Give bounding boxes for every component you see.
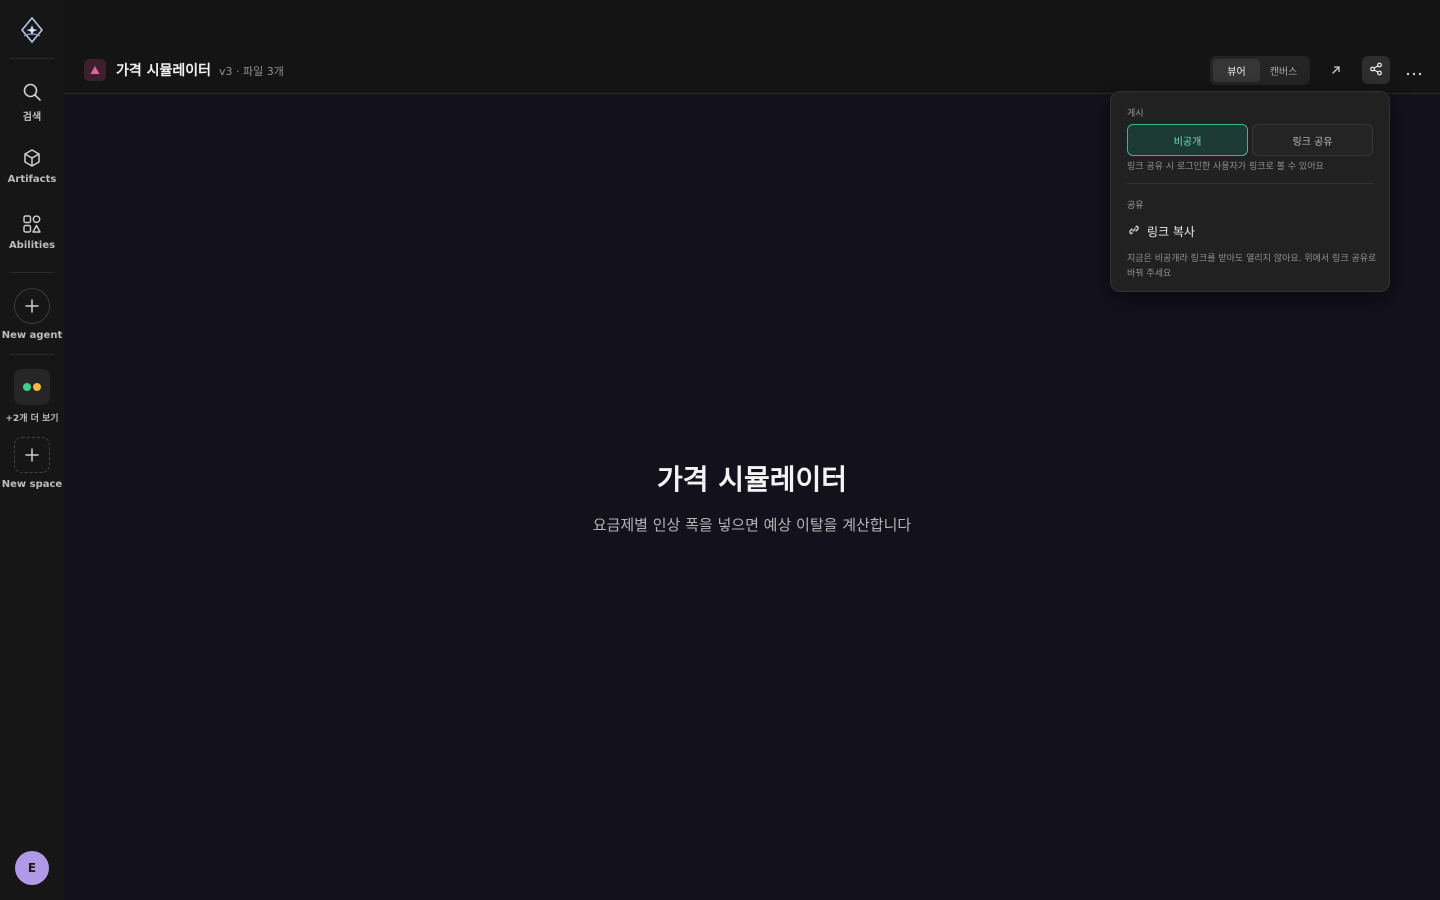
more-options-button[interactable] (1400, 56, 1428, 84)
app-window: 검색 Artifacts Abilities New agent +2개 더 보… (0, 0, 1440, 900)
sidebar-divider (10, 58, 54, 59)
sidebar-item-abilities[interactable]: Abilities (0, 214, 64, 251)
space-avatar (14, 369, 50, 405)
sidebar-item-label: Artifacts (7, 174, 57, 185)
publish-heading: 게시 (1127, 109, 1144, 119)
share-popover: 게시 비공개 링크 공유 링크 공유 시 로그인한 사용자가 링크로 볼 수 있… (1110, 91, 1390, 292)
plus-icon (14, 437, 50, 473)
sidebar-item-artifacts[interactable]: Artifacts (0, 148, 64, 185)
share-icon (1369, 61, 1383, 80)
sidebar: 검색 Artifacts Abilities New agent +2개 더 보… (0, 0, 64, 900)
version-meta: v3 · 파일 3개 (219, 65, 284, 78)
link-share-option-button[interactable]: 링크 공유 (1252, 124, 1373, 156)
artifact-title: 가격 시뮬레이터 (656, 463, 848, 496)
cube-icon (22, 148, 42, 168)
shapes-icon (22, 214, 42, 234)
sidebar-divider (10, 354, 54, 355)
link-icon (1127, 222, 1141, 241)
artifact-subtitle: 요금제별 인상 폭을 넣으면 예상 이탈을 계산합니다 (592, 516, 912, 534)
copy-link-label: 링크 복사 (1147, 225, 1195, 239)
avatar[interactable]: E (15, 851, 49, 885)
tab-viewer[interactable]: 뷰어 (1213, 59, 1260, 82)
ellipsis-icon (1406, 61, 1422, 80)
open-external-button[interactable] (1322, 56, 1350, 84)
space-switcher[interactable]: +2개 더 보기 (0, 369, 64, 424)
sidebar-item-label: 검색 (22, 112, 42, 123)
tab-canvas[interactable]: 캔버스 (1260, 59, 1307, 82)
new-space-button[interactable]: New space (0, 437, 64, 490)
app-logo-icon[interactable] (18, 16, 46, 44)
space-dot-yellow (33, 383, 41, 391)
header: 가격 시뮬레이터 v3 · 파일 3개 뷰어 캔버스 (64, 0, 1440, 94)
arrow-up-right-icon (1330, 61, 1342, 80)
triangle-icon (84, 59, 106, 81)
copy-note: 지금은 비공개라 링크를 받아도 열리지 않아요. 위에서 링크 공유로 바꿔 … (1127, 254, 1377, 279)
plus-icon (14, 288, 50, 324)
sidebar-item-label: Abilities (8, 240, 56, 251)
view-toggle: 뷰어 캔버스 (1210, 56, 1310, 85)
new-space-label: New space (1, 479, 63, 490)
copy-link-button[interactable]: 링크 복사 (1127, 222, 1195, 241)
new-agent-button[interactable]: New agent (0, 288, 64, 341)
more-spaces-label: +2개 더 보기 (5, 414, 59, 424)
popover-divider (1127, 183, 1373, 184)
private-option-button[interactable]: 비공개 (1127, 124, 1248, 156)
publish-note: 링크 공유 시 로그인한 사용자가 링크로 볼 수 있어요 (1127, 162, 1324, 172)
share-heading: 공유 (1127, 201, 1144, 211)
sidebar-item-search[interactable]: 검색 (0, 82, 64, 123)
page-title: 가격 시뮬레이터 (116, 63, 212, 79)
share-button[interactable] (1362, 56, 1390, 84)
new-agent-label: New agent (1, 330, 63, 341)
sidebar-divider (10, 272, 54, 273)
space-dot-green (23, 383, 31, 391)
search-icon (22, 82, 42, 102)
